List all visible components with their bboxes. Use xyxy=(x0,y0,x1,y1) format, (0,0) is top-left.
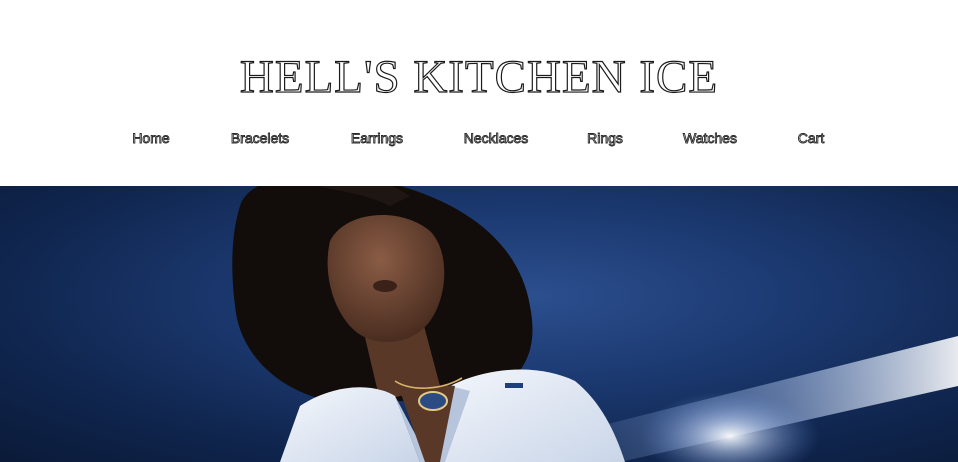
nav-cart[interactable]: Cart xyxy=(797,128,824,148)
nav-earrings[interactable]: Earrings xyxy=(350,128,403,148)
nav-watches[interactable]: Watches xyxy=(683,128,738,148)
site-logo-title[interactable]: HELL'S KITCHEN ICE xyxy=(0,49,958,105)
site-header: HELL'S KITCHEN ICE Home Bracelets Earrin… xyxy=(0,0,958,186)
hero-banner xyxy=(0,186,958,462)
lips xyxy=(373,280,397,292)
main-nav: Home Bracelets Earrings Necklaces Rings … xyxy=(0,128,958,148)
nav-necklaces[interactable]: Necklaces xyxy=(463,128,528,148)
jacket-pocket-detail xyxy=(505,383,523,388)
nav-home[interactable]: Home xyxy=(132,128,170,148)
hero-image xyxy=(232,186,958,462)
nav-bracelets[interactable]: Bracelets xyxy=(230,128,289,148)
nav-rings[interactable]: Rings xyxy=(587,128,624,148)
necklace-pendant xyxy=(418,391,448,411)
